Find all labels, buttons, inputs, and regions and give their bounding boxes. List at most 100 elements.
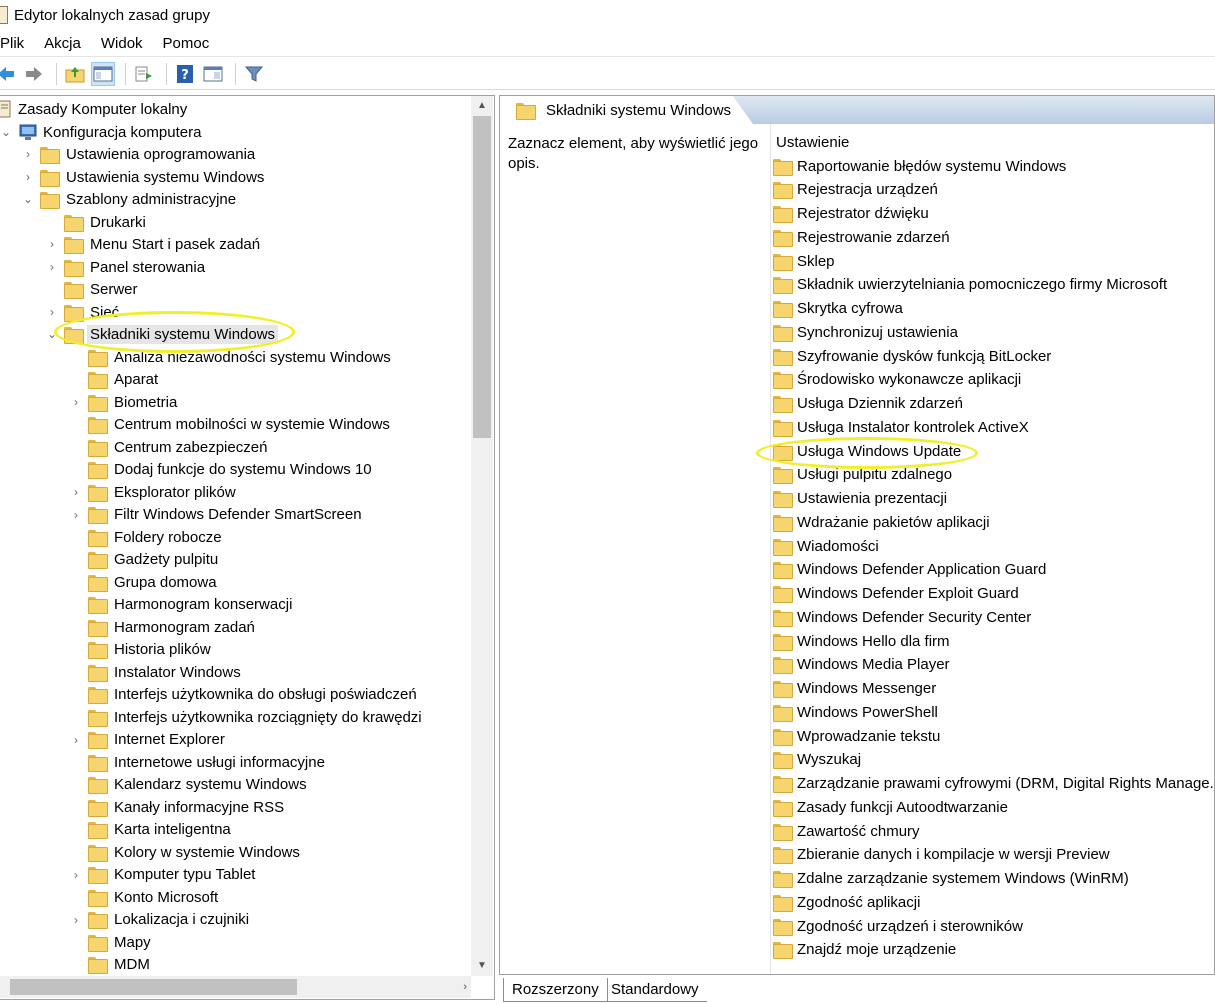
tree-node-component[interactable]: › Biometria xyxy=(70,391,177,413)
tree-node-component[interactable]: Konto Microsoft xyxy=(70,886,218,908)
properties-view-button[interactable] xyxy=(201,62,225,86)
tree-node-component[interactable]: Gadżety pulpitu xyxy=(70,549,218,571)
tree-node-component[interactable]: Mapy xyxy=(70,931,151,953)
tree-node-component[interactable]: Analiza niezawodności systemu Windows xyxy=(70,346,391,368)
tree-node-control-panel[interactable]: › Panel sterowania xyxy=(46,256,205,278)
tree-node-component[interactable]: Interfejs użytkownika do obsługi poświad… xyxy=(70,684,417,706)
tree-node-component[interactable]: Centrum mobilności w systemie Windows xyxy=(70,414,390,436)
setting-folder-item[interactable]: Windows Media Player xyxy=(773,654,950,676)
tree-node-component[interactable]: Kanały informacyjne RSS xyxy=(70,796,284,818)
setting-folder-item[interactable]: Rejestrowanie zdarzeń xyxy=(773,226,950,248)
chevron-right-icon[interactable]: › xyxy=(46,301,58,323)
scroll-up-arrow-icon[interactable]: ▲ xyxy=(471,96,493,116)
setting-folder-item[interactable]: Zdalne zarządzanie systemem Windows (Win… xyxy=(773,868,1129,890)
setting-folder-item[interactable]: Usługi pulpitu zdalnego xyxy=(773,464,952,486)
setting-folder-item[interactable]: Usługa Instalator kontrolek ActiveX xyxy=(773,416,1029,438)
tree-node-component[interactable]: › Komputer typu Tablet xyxy=(70,864,255,886)
tree-node-component[interactable]: Grupa domowa xyxy=(70,571,217,593)
chevron-right-icon[interactable]: › xyxy=(46,233,58,255)
chevron-right-icon[interactable]: › xyxy=(70,481,82,503)
setting-folder-item[interactable]: Windows PowerShell xyxy=(773,701,938,723)
tree-node-component[interactable]: Harmonogram konserwacji xyxy=(70,594,292,616)
show-hide-tree-button[interactable] xyxy=(91,61,115,86)
tree-node-printers[interactable]: Drukarki xyxy=(46,211,146,233)
setting-folder-item[interactable]: Windows Defender Security Center xyxy=(773,606,1031,628)
setting-folder-item[interactable]: Wdrażanie pakietów aplikacji xyxy=(773,511,990,533)
setting-folder-item[interactable]: Zawartość chmury xyxy=(773,820,920,842)
setting-folder-item[interactable]: Wyszukaj xyxy=(773,749,861,771)
setting-folder-item[interactable]: Usługa Windows Update xyxy=(773,440,961,462)
chevron-right-icon[interactable]: › xyxy=(46,256,58,278)
setting-folder-item[interactable]: Szyfrowanie dysków funkcją BitLocker xyxy=(773,345,1051,367)
setting-folder-item[interactable]: Zbieranie danych i kompilacje w wersji P… xyxy=(773,844,1110,866)
chevron-right-icon[interactable]: › xyxy=(70,909,82,931)
menu-file[interactable]: Plik xyxy=(0,35,34,52)
menu-help[interactable]: Pomoc xyxy=(153,35,220,52)
setting-folder-item[interactable]: Raportowanie błędów systemu Windows xyxy=(773,155,1066,177)
help-button[interactable]: ? xyxy=(173,62,197,86)
tree-node-windows-settings[interactable]: › Ustawienia systemu Windows xyxy=(22,166,264,188)
forward-button[interactable] xyxy=(22,62,46,86)
filter-button[interactable] xyxy=(242,62,266,86)
tab-extended[interactable]: Rozszerzony xyxy=(503,978,608,1002)
chevron-down-icon[interactable]: ⌄ xyxy=(46,323,58,345)
tree-node-component[interactable]: Interfejs użytkownika rozciągnięty do kr… xyxy=(70,706,422,728)
menu-view[interactable]: Widok xyxy=(91,35,153,52)
scroll-right-arrow-icon[interactable]: › xyxy=(463,976,467,998)
tree-node-component[interactable]: Internetowe usługi informacyjne xyxy=(70,751,325,773)
tree-node-software-settings[interactable]: › Ustawienia oprogramowania xyxy=(22,143,255,165)
tree-node-component[interactable]: Centrum zabezpieczeń xyxy=(70,436,267,458)
tree-node-component[interactable]: Aparat xyxy=(70,369,158,391)
chevron-right-icon[interactable]: › xyxy=(70,864,82,886)
setting-folder-item[interactable]: Windows Hello dla firm xyxy=(773,630,950,652)
tree-node-component[interactable]: Foldery robocze xyxy=(70,526,222,548)
chevron-down-icon[interactable]: ⌄ xyxy=(22,188,34,210)
scrollbar-thumb[interactable] xyxy=(10,979,297,995)
export-list-button[interactable] xyxy=(132,62,156,86)
tree-node-component[interactable]: › Lokalizacja i czujniki xyxy=(70,909,249,931)
setting-folder-item[interactable]: Skrytka cyfrowa xyxy=(773,298,903,320)
setting-folder-item[interactable]: Synchronizuj ustawienia xyxy=(773,321,958,343)
tree-node-component[interactable]: Dodaj funkcje do systemu Windows 10 xyxy=(70,459,372,481)
setting-folder-item[interactable]: Rejestracja urządzeń xyxy=(773,179,938,201)
setting-folder-item[interactable]: Zasady funkcji Autoodtwarzanie xyxy=(773,796,1008,818)
setting-folder-item[interactable]: Zgodność urządzeń i sterowników xyxy=(773,915,1023,937)
setting-folder-item[interactable]: Wiadomości xyxy=(773,535,879,557)
chevron-right-icon[interactable]: › xyxy=(70,391,82,413)
setting-folder-item[interactable]: Windows Messenger xyxy=(773,678,936,700)
tree-node-component[interactable]: Karta inteligentna xyxy=(70,819,231,841)
back-button[interactable] xyxy=(0,62,18,86)
tab-standard[interactable]: Standardowy xyxy=(603,978,707,1002)
setting-folder-item[interactable]: Rejestrator dźwięku xyxy=(773,203,929,225)
setting-folder-item[interactable]: Zarządzanie prawami cyfrowymi (DRM, Digi… xyxy=(773,773,1214,795)
tree-node-component[interactable]: › Eksplorator plików xyxy=(70,481,236,503)
tree-vertical-scrollbar[interactable]: ▲ ▼ xyxy=(471,96,493,976)
chevron-right-icon[interactable]: › xyxy=(70,729,82,751)
menu-action[interactable]: Akcja xyxy=(34,35,91,52)
column-header-setting[interactable]: Ustawienie xyxy=(776,134,849,151)
setting-folder-item[interactable]: Ustawienia prezentacji xyxy=(773,488,947,510)
tree-node-network[interactable]: › Sieć xyxy=(46,301,119,323)
tree-node-windows-components[interactable]: ⌄ Składniki systemu Windows xyxy=(46,323,279,345)
tree-node-component[interactable]: › Internet Explorer xyxy=(70,729,225,751)
scroll-down-arrow-icon[interactable]: ▼ xyxy=(471,956,493,976)
tree-node-component[interactable]: Kalendarz systemu Windows xyxy=(70,774,307,796)
setting-folder-item[interactable]: Usługa Dziennik zdarzeń xyxy=(773,393,963,415)
tree-node-start-menu[interactable]: › Menu Start i pasek zadań xyxy=(46,233,260,255)
tree-node-local-computer-policy[interactable]: Zasady Komputer lokalny xyxy=(0,98,187,120)
tree-node-component[interactable]: Harmonogram zadań xyxy=(70,616,255,638)
tree-node-component[interactable]: MDM xyxy=(70,954,150,976)
tree-horizontal-scrollbar[interactable]: › xyxy=(0,976,471,998)
chevron-right-icon[interactable]: › xyxy=(70,504,82,526)
tree-node-component[interactable]: Kolory w systemie Windows xyxy=(70,841,300,863)
setting-folder-item[interactable]: Środowisko wykonawcze aplikacji xyxy=(773,369,1021,391)
tree-node-administrative-templates[interactable]: ⌄ Szablony administracyjne xyxy=(22,188,236,210)
setting-folder-item[interactable]: Sklep xyxy=(773,250,835,272)
setting-folder-item[interactable]: Wprowadzanie tekstu xyxy=(773,725,940,747)
setting-folder-item[interactable]: Windows Defender Application Guard xyxy=(773,559,1046,581)
chevron-right-icon[interactable]: › xyxy=(22,166,34,188)
tree-node-computer-configuration[interactable]: ⌄ Konfiguracja komputera xyxy=(0,121,201,143)
setting-folder-item[interactable]: Składnik uwierzytelniania pomocniczego f… xyxy=(773,274,1167,296)
tree-node-server[interactable]: Serwer xyxy=(46,278,138,300)
setting-folder-item[interactable]: Zgodność aplikacji xyxy=(773,891,920,913)
